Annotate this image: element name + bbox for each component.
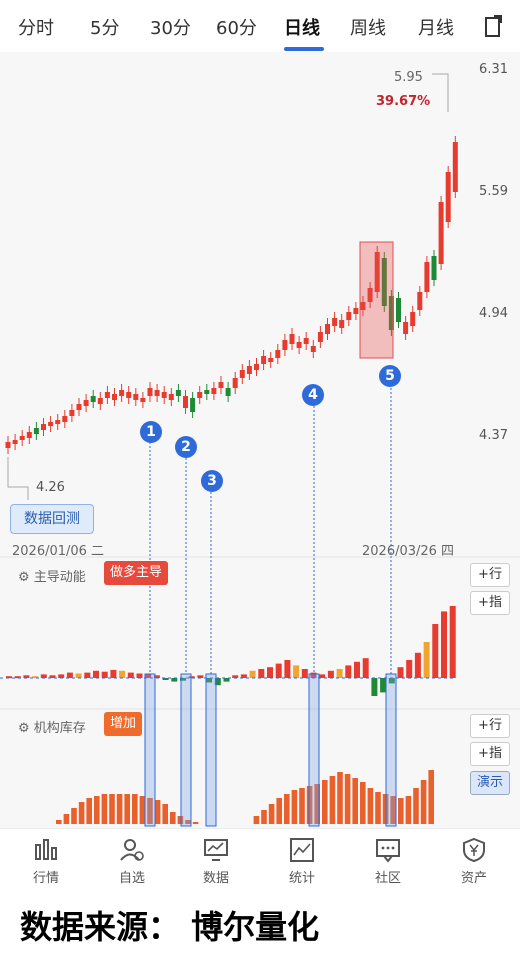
chat-icon [376, 839, 400, 863]
line-chart-icon [290, 838, 314, 862]
tab-daily[interactable]: 日线 [284, 14, 320, 40]
tab-minute[interactable]: 分时 [18, 14, 54, 40]
nav-label: 行情 [32, 871, 59, 886]
tab-weekly[interactable]: 周线 [350, 14, 386, 40]
tab-monthly[interactable]: 月线 [418, 14, 454, 40]
nav-label: 数据 [202, 871, 229, 886]
bar-chart-icon [35, 839, 57, 860]
high-pct-label: 39.67% [376, 94, 431, 109]
nav-label: 资产 [460, 871, 487, 886]
panel-inventory-title-text: 机构库存 [33, 721, 86, 736]
add-row-button-2[interactable]: +行 [470, 714, 510, 738]
add-index-button-2[interactable]: +指 [470, 742, 510, 766]
nav-quotes[interactable]: 行情 [16, 837, 76, 886]
nav-stats[interactable]: 统计 [272, 837, 332, 886]
panel-momentum-title-text: 主导动能 [33, 570, 86, 585]
monitor-chart-icon [204, 839, 228, 861]
marker-4: 4 [302, 384, 324, 406]
marker-3: 3 [201, 470, 223, 492]
period-tabs: 分时 5分 30分 60分 日线 周线 月线 [0, 0, 520, 53]
high-price-label: 5.95 [394, 70, 423, 85]
panel-momentum-title: ⚙ 主导动能 [18, 570, 86, 585]
marker-5: 5 [379, 365, 401, 387]
nav-label: 统计 [288, 871, 315, 886]
tab-5min[interactable]: 5分 [90, 14, 119, 40]
nav-data[interactable]: 数据 [186, 837, 246, 886]
inventory-tag: 增加 [104, 712, 143, 736]
tab-30min[interactable]: 30分 [150, 14, 191, 40]
low-price-label: 4.26 [36, 480, 65, 495]
price-axis-label: 4.37 [479, 428, 508, 443]
panel-inventory-title: ⚙ 机构库存 [18, 721, 86, 736]
active-tab-indicator [284, 47, 324, 51]
kline-chart-area[interactable] [0, 52, 520, 828]
bottom-nav: 行情 自选 数据 统计 社区 资产 [0, 828, 520, 891]
rotate-screen-icon[interactable] [484, 14, 504, 38]
marker-2: 2 [175, 436, 197, 458]
tab-60min[interactable]: 60分 [216, 14, 257, 40]
demo-button[interactable]: 演示 [470, 771, 510, 795]
add-index-button[interactable]: +指 [470, 591, 510, 615]
end-date: 2026/03/26 四 [362, 544, 455, 559]
kline-svg [0, 73, 520, 827]
start-date: 2026/01/06 二 [12, 544, 105, 559]
source-footer: 数据来源： 博尔量化 [20, 908, 320, 946]
user-add-icon [120, 839, 144, 861]
nav-watchlist[interactable]: 自选 [102, 837, 162, 886]
nav-community[interactable]: 社区 [358, 837, 418, 886]
momentum-tag: 做多主导 [104, 561, 169, 585]
backtest-button[interactable]: 数据回测 [10, 504, 94, 534]
shield-yen-icon [463, 837, 485, 863]
marker-1: 1 [140, 421, 162, 443]
nav-assets[interactable]: 资产 [444, 837, 504, 886]
add-row-button[interactable]: +行 [470, 563, 510, 587]
price-axis-label: 4.94 [479, 306, 508, 321]
price-axis-label: 5.59 [479, 184, 508, 199]
nav-label: 自选 [118, 871, 145, 886]
nav-label: 社区 [374, 871, 401, 886]
price-axis-label: 6.31 [479, 62, 508, 77]
